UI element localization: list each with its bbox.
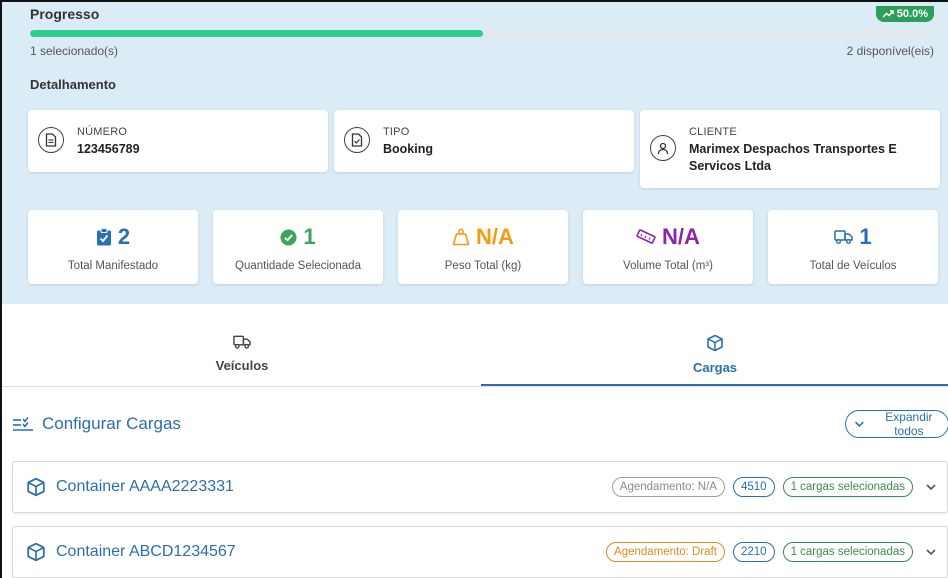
client-value: Marimex Despachos Transportes E Servicos… bbox=[689, 142, 897, 173]
trending-up-icon bbox=[882, 10, 894, 18]
client-label: CLIENTE bbox=[689, 126, 737, 138]
user-icon bbox=[650, 135, 676, 161]
type-card: TIPO Booking bbox=[334, 110, 634, 172]
selected-count: 1 selecionado(s) bbox=[30, 44, 119, 58]
stat-volume-total: N/A Volume Total (m³) bbox=[583, 210, 753, 284]
chevron-down-icon bbox=[854, 421, 864, 428]
container-name: Container AAAA2223331 bbox=[56, 478, 234, 495]
expand-all-label: Expandir todos bbox=[885, 410, 933, 438]
progress-title: Progresso bbox=[30, 6, 100, 22]
file-check-icon bbox=[344, 127, 370, 153]
tabs-divider bbox=[2, 386, 948, 387]
truck-icon bbox=[834, 230, 854, 244]
schedule-chip: Agendamento: Draft bbox=[606, 542, 725, 562]
box-icon bbox=[27, 542, 45, 562]
number-card: NÚMERO 123456789 bbox=[28, 110, 328, 172]
stat-value: 2 bbox=[117, 224, 131, 249]
ruler-icon bbox=[636, 229, 656, 244]
chevron-down-icon[interactable] bbox=[923, 479, 939, 495]
selected-chip: 1 cargas selecionadas bbox=[782, 477, 913, 497]
stat-label: Peso Total (kg) bbox=[444, 260, 522, 272]
available-count: 2 disponível(eis) bbox=[846, 44, 934, 58]
number-label: NÚMERO bbox=[77, 126, 128, 138]
stat-label: Total de Veículos bbox=[809, 260, 897, 272]
stat-label: Total Manifestado bbox=[67, 260, 159, 272]
list-check-icon bbox=[13, 417, 33, 431]
check-circle-icon bbox=[280, 229, 297, 245]
container-row[interactable]: Container AAAA2223331 Agendamento: N/A 4… bbox=[12, 461, 948, 513]
code-chip: 4510 bbox=[732, 477, 775, 497]
chevron-down-icon[interactable] bbox=[923, 544, 939, 560]
container-title: Container AAAA2223331 bbox=[26, 462, 234, 512]
type-label: TIPO bbox=[383, 126, 410, 138]
stat-total-manifestado: 2 Total Manifestado bbox=[28, 210, 198, 284]
stat-value: 1 bbox=[859, 224, 872, 249]
progress-bar bbox=[30, 30, 936, 37]
container-title: Container ABCD1234567 bbox=[26, 527, 236, 577]
config-title: Configurar Cargas bbox=[42, 414, 181, 433]
stat-value: 1 bbox=[303, 224, 316, 249]
progress-bar-fill bbox=[30, 30, 483, 37]
expand-all-button[interactable]: Expandir todos bbox=[845, 410, 948, 438]
container-chips: Agendamento: Draft 2210 1 cargas selecio… bbox=[606, 527, 913, 577]
truck-icon bbox=[233, 335, 251, 349]
selected-chip: 1 cargas selecionadas bbox=[782, 542, 913, 562]
stat-label: Quantidade Selecionada bbox=[235, 260, 361, 272]
stat-label: Volume Total (m³) bbox=[623, 260, 713, 272]
type-value: Booking bbox=[383, 142, 433, 156]
box-icon bbox=[27, 477, 45, 497]
tab-veiculos-label: Veículos bbox=[215, 358, 269, 373]
number-value: 123456789 bbox=[77, 142, 140, 156]
tab-veiculos[interactable]: Veículos bbox=[2, 304, 482, 390]
config-header: Configurar Cargas bbox=[12, 414, 181, 434]
progress-percent: 50.0% bbox=[896, 8, 928, 20]
box-icon bbox=[707, 334, 723, 352]
stat-quantidade-selecionada: 1 Quantidade Selecionada bbox=[213, 210, 383, 284]
tab-cargas[interactable]: Cargas bbox=[482, 304, 948, 390]
progress-badge: 50.0% bbox=[875, 6, 934, 22]
stat-value: N/A bbox=[476, 224, 514, 249]
stat-peso-total: N/A Peso Total (kg) bbox=[398, 210, 568, 284]
stat-total-veiculos: 1 Total de Veículos bbox=[768, 210, 938, 284]
weight-icon bbox=[452, 228, 470, 246]
clipboard-check-icon bbox=[96, 228, 111, 246]
detail-heading: Detalhamento bbox=[30, 77, 116, 92]
summary-panel: Progresso 50.0% 1 selecionado(s) 2 dispo… bbox=[2, 2, 948, 304]
document-icon bbox=[38, 127, 64, 153]
tab-bar: Veículos Cargas bbox=[2, 304, 948, 390]
container-chips: Agendamento: N/A 4510 1 cargas seleciona… bbox=[611, 462, 913, 512]
active-tab-indicator bbox=[481, 384, 948, 386]
code-chip: 2210 bbox=[732, 542, 775, 562]
client-card: CLIENTE Marimex Despachos Transportes E … bbox=[640, 110, 940, 188]
tab-cargas-label: Cargas bbox=[692, 360, 738, 375]
container-row[interactable]: Container ABCD1234567 Agendamento: Draft… bbox=[12, 526, 948, 578]
stat-value: N/A bbox=[662, 224, 700, 249]
container-name: Container ABCD1234567 bbox=[56, 543, 236, 560]
schedule-chip: Agendamento: N/A bbox=[611, 477, 725, 497]
